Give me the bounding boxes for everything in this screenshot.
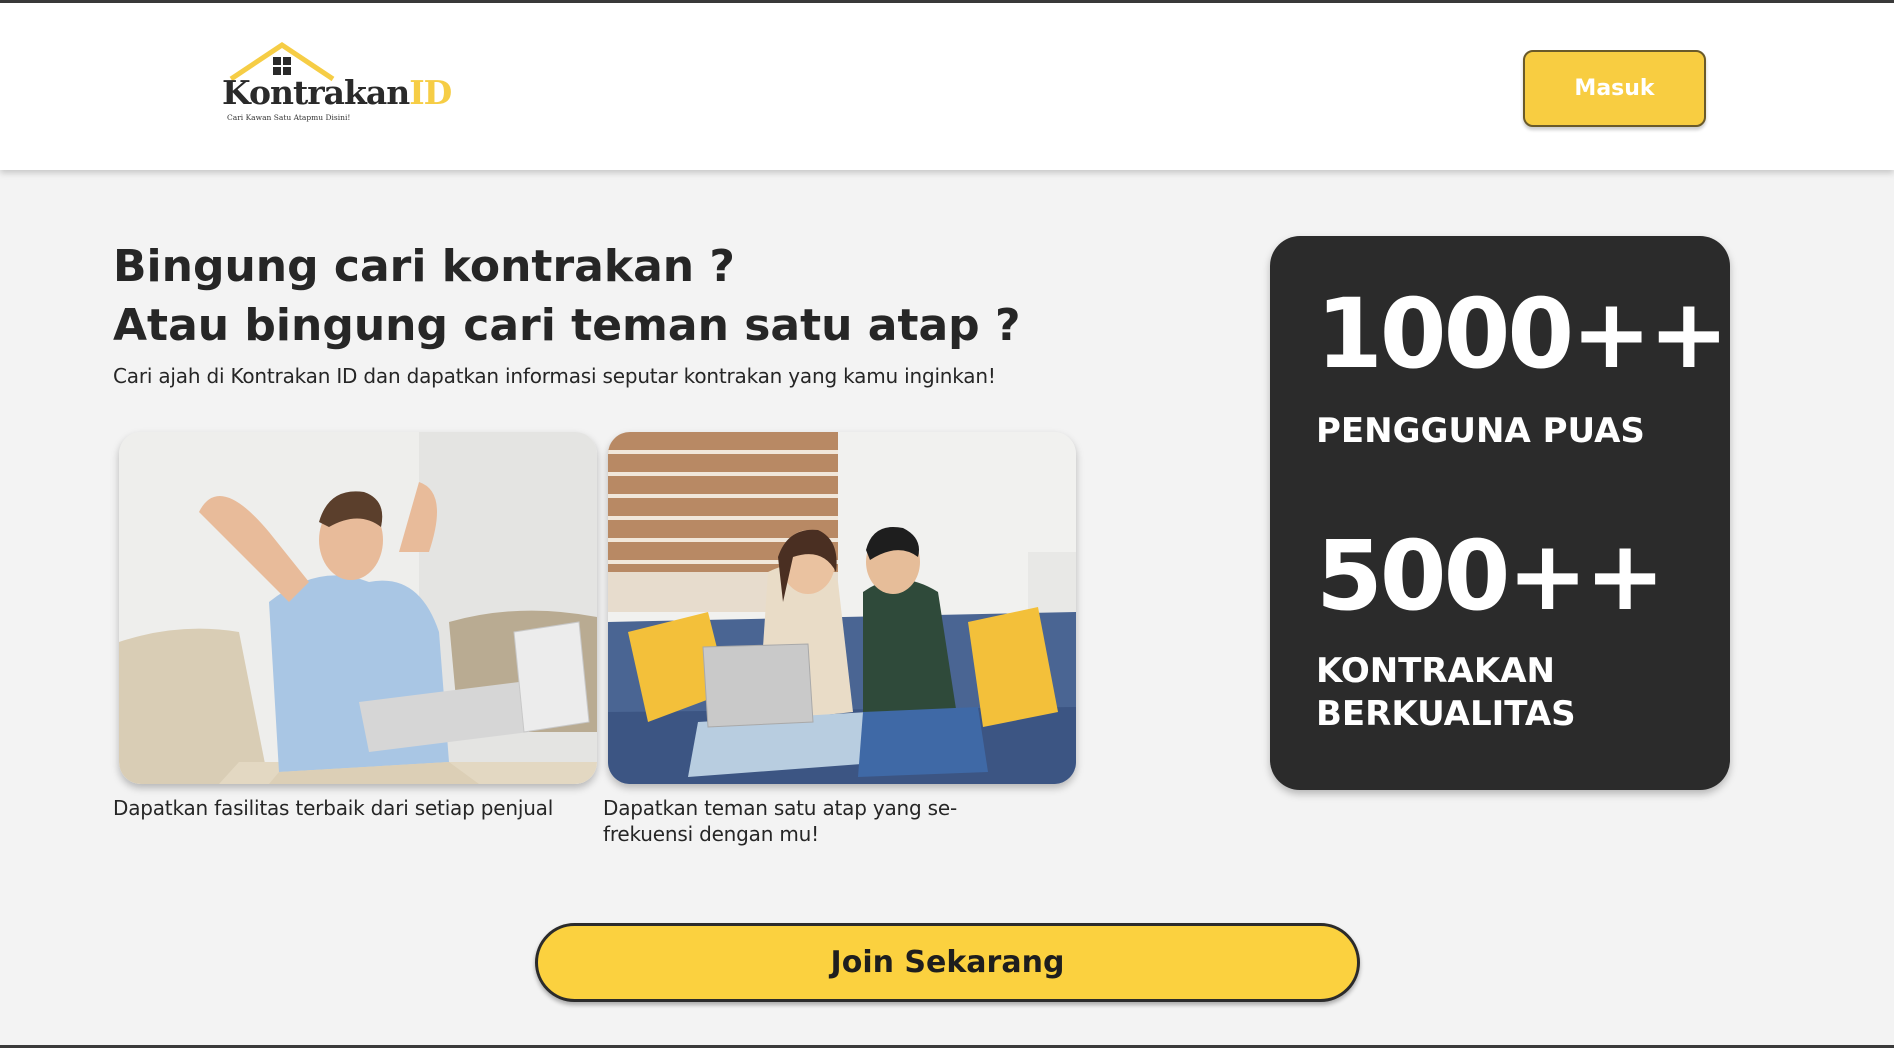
- stat-listings-value: 500++: [1316, 520, 1665, 632]
- logo-name-main: Kontrakan: [222, 73, 410, 112]
- stat-users-value: 1000++: [1316, 278, 1729, 390]
- logo-name-accent: ID: [409, 73, 452, 112]
- navbar: KontrakanID Cari Kawan Satu Atapmu Disin…: [0, 3, 1894, 170]
- login-button[interactable]: Masuk: [1523, 50, 1706, 127]
- logo-tagline: Cari Kawan Satu Atapmu Disini!: [227, 113, 351, 122]
- stat-listings-label: KONTRAKAN BERKUALITAS: [1316, 651, 1576, 734]
- join-now-button[interactable]: Join Sekarang: [535, 923, 1360, 1002]
- kontrakan-id-logo[interactable]: KontrakanID Cari Kawan Satu Atapmu Disin…: [222, 39, 462, 129]
- feature-caption-roommate: Dapatkan teman satu atap yang se-frekuen…: [603, 796, 958, 846]
- hero-title: Bingung cari kontrakan ? Atau bingung ca…: [113, 237, 1163, 355]
- hero-title-line-2: Atau bingung cari teman satu atap ?: [113, 300, 1021, 351]
- feature-image-couple-on-sofa: [608, 432, 1076, 784]
- stat-users-label: PENGGUNA PUAS: [1316, 411, 1645, 451]
- hero-title-line-1: Bingung cari kontrakan ?: [113, 241, 735, 292]
- feature-image-man-relaxing: [119, 432, 597, 784]
- stats-panel: 1000++ PENGGUNA PUAS 500++ KONTRAKAN BER…: [1270, 236, 1730, 790]
- logo-wordmark: KontrakanID: [222, 73, 452, 112]
- hero-subtitle: Cari ajah di Kontrakan ID dan dapatkan i…: [113, 364, 996, 388]
- feature-caption-facilities: Dapatkan fasilitas terbaik dari setiap p…: [113, 796, 554, 820]
